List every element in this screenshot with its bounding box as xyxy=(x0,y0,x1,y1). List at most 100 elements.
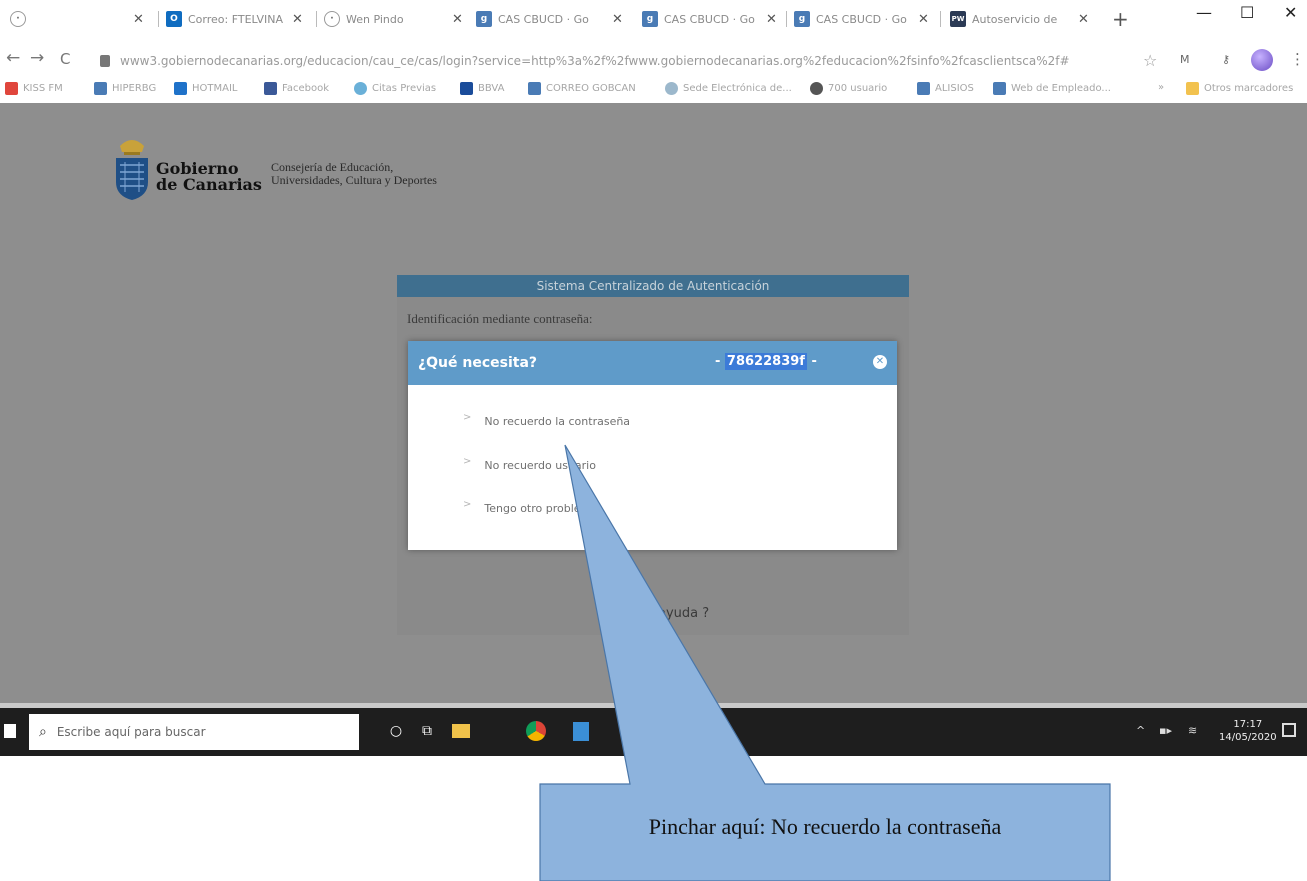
option-label: Tengo otro problema xyxy=(484,502,598,515)
bookmark-label: Web de Empleado... xyxy=(1011,83,1111,94)
department-line: Universidades, Cultura y Deportes xyxy=(271,173,437,187)
globe-icon: · xyxy=(10,11,26,27)
browser-tab[interactable]: g CAS CBUCD · Go ✕ xyxy=(642,7,778,31)
close-icon[interactable]: ✕ xyxy=(873,355,887,369)
close-tab-icon[interactable]: ✕ xyxy=(766,12,778,27)
taskbar-clock[interactable]: 17:17 14/05/2020 xyxy=(1219,718,1277,744)
close-tab-icon[interactable]: ✕ xyxy=(612,12,624,27)
gobcan-icon: g xyxy=(794,11,810,27)
pw-icon: PW xyxy=(950,11,966,27)
key-icon[interactable]: ⚷ xyxy=(1222,53,1230,66)
tab-title: Autoservicio de xyxy=(972,12,1058,26)
close-tab-icon[interactable]: ✕ xyxy=(292,12,304,27)
bookmark-item[interactable]: ALISIOS xyxy=(917,82,974,95)
option-forgot-user[interactable]: > No recuerdo usuario xyxy=(463,456,596,472)
tab-divider xyxy=(158,11,159,27)
browser-tab[interactable]: PW Autoservicio de ✕ xyxy=(950,7,1090,31)
bookmark-favicon-icon xyxy=(460,82,473,95)
folder-icon xyxy=(1186,82,1199,95)
option-label: No recuerdo la contraseña xyxy=(484,415,631,428)
tray-chevron-icon[interactable]: ^ xyxy=(1136,724,1145,737)
browser-tab-active[interactable]: g CAS CBUCD · Go ✕ xyxy=(476,7,624,31)
session-code: - 78622839f - xyxy=(715,353,817,370)
reload-button[interactable]: C xyxy=(60,50,70,68)
code-prefix: - xyxy=(715,354,725,369)
tab-title: Correo: FTELVINA xyxy=(188,12,283,26)
file-explorer-icon[interactable] xyxy=(450,720,472,742)
globe-icon: · xyxy=(324,11,340,27)
language-icon[interactable]: ≋ xyxy=(1188,724,1197,737)
maximize-button[interactable]: ☐ xyxy=(1240,3,1254,22)
bookmark-item[interactable]: CORREO GOBCAN xyxy=(528,82,636,95)
notification-icon[interactable] xyxy=(1282,723,1296,737)
menu-dots-icon[interactable]: ⋮ xyxy=(1290,50,1305,68)
windows-start-icon[interactable] xyxy=(4,724,16,738)
extension-icon[interactable]: M xyxy=(1180,53,1190,66)
lock-icon xyxy=(100,55,110,67)
url-field[interactable]: www3.gobiernodecanarias.org/educacion/ca… xyxy=(100,50,1210,72)
network-icon[interactable]: ▪▸ xyxy=(1159,724,1172,737)
bookmark-favicon-icon xyxy=(354,82,367,95)
taskbar-search-box[interactable]: ⌕ Escribe aquí para buscar xyxy=(29,714,359,750)
browser-tab[interactable]: · Wen Pindo ✕ xyxy=(324,7,464,31)
gobcan-icon: g xyxy=(642,11,658,27)
bookmark-item[interactable]: KISS FM xyxy=(5,82,63,95)
bookmark-item[interactable]: 700 usuario xyxy=(810,82,887,95)
browser-tab-strip: · ✕ O Correo: FTELVINA ✕ · Wen Pindo ✕ g… xyxy=(0,0,1307,36)
login-panel-subtitle: Identificación mediante contraseña: xyxy=(407,311,593,326)
org-name: Gobierno de Canarias xyxy=(156,161,262,193)
bookmark-favicon-icon xyxy=(917,82,930,95)
cortana-icon[interactable]: ○ xyxy=(385,720,407,742)
close-tab-icon[interactable]: ✕ xyxy=(452,12,464,27)
option-other-problem[interactable]: > Tengo otro problema xyxy=(463,499,598,515)
forward-button[interactable]: → xyxy=(30,48,44,68)
login-panel-title: Sistema Centralizado de Autenticación xyxy=(397,275,909,297)
minimize-button[interactable]: — xyxy=(1196,3,1212,22)
more-bookmarks-button[interactable]: » xyxy=(1158,82,1164,93)
bookmark-label: Otros marcadores xyxy=(1204,83,1294,94)
org-name-line: de Canarias xyxy=(156,175,262,194)
document-app-icon[interactable] xyxy=(570,720,592,742)
bookmark-item[interactable]: Facebook xyxy=(264,82,329,95)
browser-tab[interactable]: · ✕ xyxy=(10,7,145,31)
bookmark-item[interactable]: Sede Electrónica de... xyxy=(665,82,792,95)
bookmark-item[interactable]: Citas Previas xyxy=(354,82,436,95)
bookmark-label: KISS FM xyxy=(23,83,63,94)
profile-avatar[interactable] xyxy=(1251,49,1273,71)
bookmark-item[interactable]: Otros marcadores xyxy=(1186,82,1293,95)
bookmark-favicon-icon xyxy=(993,82,1006,95)
close-window-button[interactable]: ✕ xyxy=(1284,3,1297,22)
bookmarks-bar: KISS FM HIPERBG HOTMAIL Facebook Citas P… xyxy=(0,78,1307,102)
help-link[interactable]: ayuda ? xyxy=(658,606,709,621)
bookmark-favicon-icon xyxy=(264,82,277,95)
search-placeholder: Escribe aquí para buscar xyxy=(56,725,206,739)
chrome-icon[interactable] xyxy=(525,720,547,742)
bookmark-favicon-icon xyxy=(528,82,541,95)
bookmark-item[interactable]: Web de Empleado... xyxy=(993,82,1111,95)
browser-tab[interactable]: O Correo: FTELVINA ✕ xyxy=(166,7,304,31)
modal-header: ¿Qué necesita? - 78622839f - ✕ xyxy=(408,341,897,385)
tab-title: CAS CBUCD · Go xyxy=(816,12,907,26)
new-tab-button[interactable]: + xyxy=(1112,7,1129,31)
bookmark-item[interactable]: HIPERBG xyxy=(94,82,156,95)
search-icon: ⌕ xyxy=(39,724,47,740)
bookmark-item[interactable]: HOTMAIL xyxy=(174,82,238,95)
bookmark-item[interactable]: BBVA xyxy=(460,82,504,95)
tab-divider xyxy=(316,11,317,27)
tab-title: CAS CBUCD · Go xyxy=(498,12,589,26)
close-tab-icon[interactable]: ✕ xyxy=(1078,12,1090,27)
bookmark-label: Sede Electrónica de... xyxy=(683,83,792,94)
task-view-icon[interactable]: ⧉ xyxy=(416,720,438,742)
browser-tab[interactable]: g CAS CBUCD · Go ✕ xyxy=(794,7,930,31)
bookmark-label: Facebook xyxy=(282,83,329,94)
close-tab-icon[interactable]: ✕ xyxy=(918,12,930,27)
bookmark-label: ALISIOS xyxy=(935,83,974,94)
close-tab-icon[interactable]: ✕ xyxy=(133,12,145,27)
option-forgot-password[interactable]: > No recuerdo la contraseña xyxy=(463,412,631,428)
chevron-right-icon: > xyxy=(463,456,472,467)
gobcan-icon: g xyxy=(476,11,492,27)
bookmark-star-icon[interactable]: ☆ xyxy=(1143,51,1157,70)
back-button[interactable]: ← xyxy=(6,48,20,68)
tab-divider xyxy=(786,11,787,27)
bookmark-favicon-icon xyxy=(810,82,823,95)
